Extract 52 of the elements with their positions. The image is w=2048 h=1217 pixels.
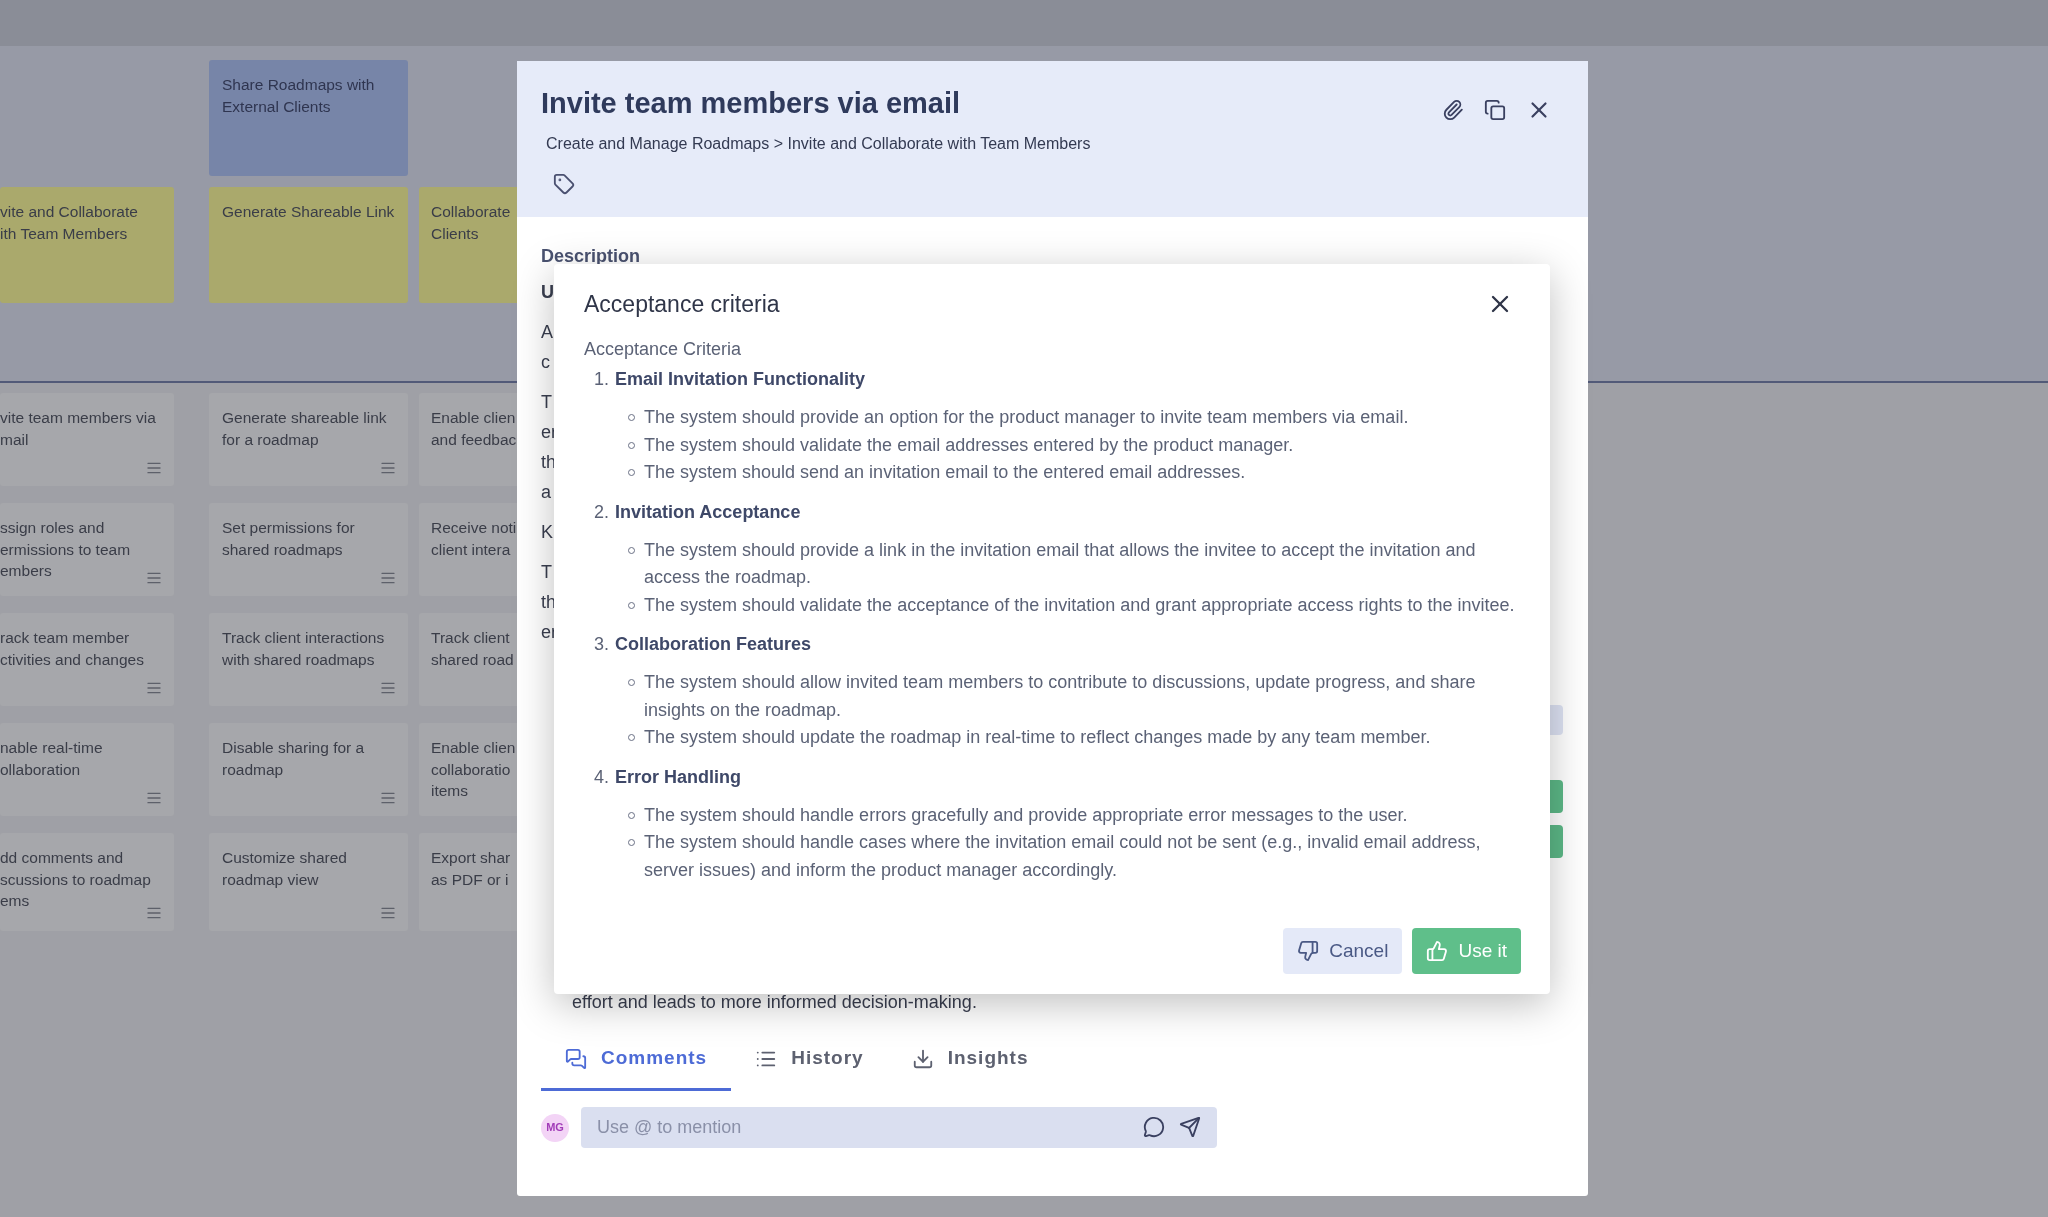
card-title: Enable clien collaboratio items (431, 738, 516, 801)
description-text: a (541, 481, 551, 504)
card-title: dd comments and scussions to roadmap ems (0, 848, 151, 911)
user-avatar: MG (541, 1113, 569, 1142)
description-text: c (541, 351, 550, 374)
description-text: A (541, 321, 553, 344)
card-title: vite and Collaborate ith Team Members (0, 202, 138, 244)
criterion-text: The system should handle cases where the invitation email could not be sent (e.g., invalid email address, server issues) and inform the product manager accordingly. (644, 831, 1482, 882)
card-title: vite team members via mail (0, 408, 156, 450)
criterion-text: The system should allow invited team members to contribute to discussions, update progress, and share insights on the roadmap. (644, 671, 1477, 722)
criterion-text: The system should validate the acceptance of the invitation and grant appropriate access rights to the invitee. (644, 593, 1515, 617)
card-title: Customize shared roadmap view (222, 848, 347, 890)
criterion-text: The system should handle errors gracefully and provide appropriate error messages to the user. (644, 803, 1408, 827)
description-text: T (541, 391, 552, 414)
section-number: 3. (594, 633, 609, 656)
dialog-title: Acceptance criteria (584, 290, 780, 319)
card-title: ssign roles and ermissions to team embers (0, 518, 131, 581)
description-text: T (541, 561, 552, 584)
card-title: Track client interactions with shared roadmaps (222, 628, 385, 670)
card-title: Track client shared road (431, 628, 514, 670)
criterion-text: The system should provide an option for the product manager to invite team members via email. (644, 406, 1409, 429)
section-heading: Collaboration Features (615, 633, 812, 656)
description-text: effort and leads to more informed decision-making. (572, 991, 978, 1014)
description-label: Description (541, 245, 642, 268)
card-title: Receive noti client intera (431, 518, 517, 560)
card-title: rack team member ctivities and changes (0, 628, 144, 670)
panel-title: Invite team members via email (541, 86, 961, 121)
card-title: Enable clien and feedbac (431, 408, 517, 450)
card-title: Generate Shareable Link (222, 202, 395, 222)
criteria-intro: Acceptance Criteria (584, 338, 743, 361)
description-heading: U (541, 281, 554, 304)
description-text: er (541, 621, 557, 644)
card-title: Collaborate Clients (431, 202, 511, 244)
card-title: Disable sharing for a roadmap (222, 738, 365, 780)
section-heading: Invitation Acceptance (615, 500, 801, 524)
card-title: Export shar as PDF or i (431, 848, 511, 890)
criterion-text: The system should update the roadmap in real-time to reflect changes made by any team member. (644, 726, 1431, 749)
section-number: 4. (594, 765, 609, 789)
card-title: nable real-time ollaboration (0, 738, 103, 780)
criterion-text: The system should send an invitation email to the entered email addresses. (644, 461, 1246, 484)
card-title: Share Roadmaps with External Clients (222, 75, 375, 117)
card-title: Generate shareable link for a roadmap (222, 408, 387, 450)
section-heading: Error Handling (615, 765, 742, 789)
description-text: K (541, 521, 553, 544)
card-title: Set permissions for shared roadmaps (222, 518, 355, 560)
section-number: 2. (594, 500, 609, 524)
criterion-text: The system should validate the email addresses entered by the product manager. (644, 433, 1294, 457)
section-heading: Email Invitation Functionality (615, 368, 866, 391)
breadcrumb: Create and Manage Roadmaps > Invite and Collaborate with Team Members (546, 134, 1091, 154)
criterion-text: The system should provide a link in the invitation email that allows the invitee to accept the invitation and access the roadmap. (644, 538, 1477, 589)
description-text: er (541, 421, 557, 444)
section-number: 1. (594, 368, 609, 391)
